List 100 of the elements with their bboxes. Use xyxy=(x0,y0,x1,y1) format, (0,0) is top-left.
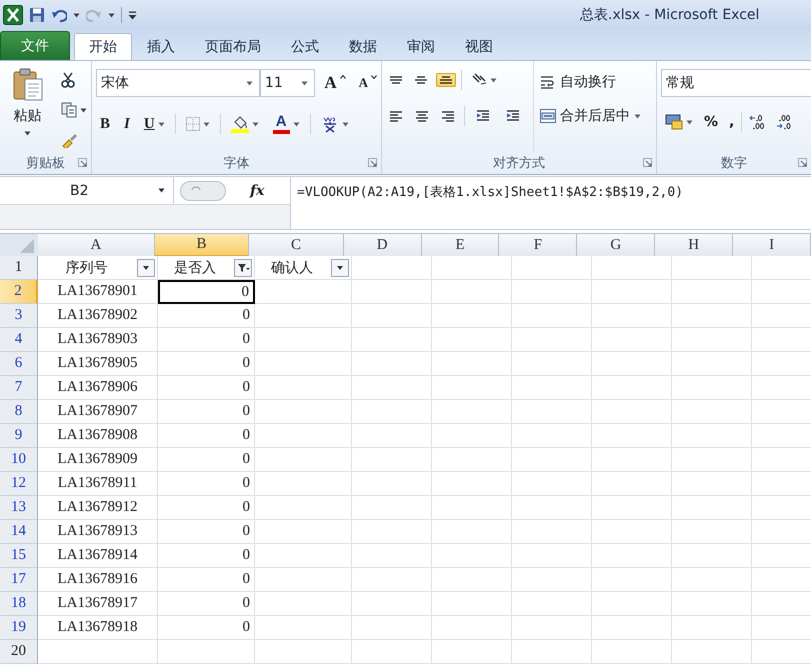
wrap-text-button[interactable]: 自动换行 xyxy=(540,73,641,91)
ribbon-tab[interactable]: 页面布局 xyxy=(190,33,276,60)
column-header[interactable]: H xyxy=(655,234,734,256)
table-cell: LA13678913 xyxy=(38,520,158,544)
merge-center-button[interactable]: 合并后居中 xyxy=(540,107,641,125)
group-label: 数字 xyxy=(721,155,747,172)
ribbon-tab[interactable]: 公式 xyxy=(276,33,334,60)
table-cell: LA13678902 xyxy=(38,304,158,328)
ribbon-tab[interactable]: 审阅 xyxy=(392,33,450,60)
table-cell: LA13678912 xyxy=(38,496,158,520)
ribbon-tab[interactable]: 数据 xyxy=(334,33,392,60)
caret-icon xyxy=(252,122,259,126)
table-cell: LA13678907 xyxy=(38,400,158,424)
caret-icon xyxy=(490,78,497,82)
ribbon-tab[interactable]: 插入 xyxy=(132,33,190,60)
row-header[interactable]: 10 xyxy=(0,448,38,472)
table-cell: 0 xyxy=(158,424,255,448)
increase-decimal-icon xyxy=(749,114,766,130)
align-left-icon xyxy=(390,110,402,122)
merge-cells-icon xyxy=(540,108,556,124)
table-cell: 0 xyxy=(158,472,255,496)
column-header[interactable]: G xyxy=(577,234,656,256)
formula-field[interactable]: =VLOOKUP(A2:A19,[表格1.xlsx]Sheet1!$A$2:$B$19,2,0) xyxy=(291,177,811,229)
table-cell: 0 xyxy=(158,496,255,520)
comma-style-button[interactable]: , xyxy=(725,114,738,130)
number-format-field[interactable]: 常规 xyxy=(661,69,811,97)
row-header[interactable]: 13 xyxy=(0,496,38,520)
dialog-launcher-icon[interactable] xyxy=(798,158,807,167)
row-header[interactable]: 14 xyxy=(0,520,38,544)
caret-icon xyxy=(24,131,31,136)
customize-toolbar-icon[interactable] xyxy=(128,10,137,20)
ribbon-tab[interactable]: 视图 xyxy=(450,33,508,60)
dialog-launcher-icon[interactable] xyxy=(643,158,652,167)
splitter-handle-icon[interactable] xyxy=(180,180,226,200)
table-cell: 0 xyxy=(158,448,255,472)
caret-icon xyxy=(292,122,300,126)
row-header[interactable]: 3 xyxy=(0,304,38,328)
dialog-launcher-icon[interactable] xyxy=(78,158,87,167)
table-cell: LA13678901 xyxy=(38,280,158,304)
align-right-icon xyxy=(442,110,454,122)
group-label: 剪贴板 xyxy=(26,155,65,172)
row-header[interactable]: 12 xyxy=(0,472,38,496)
row-header[interactable]: 7 xyxy=(0,376,38,400)
caret-icon xyxy=(634,114,641,118)
spreadsheet-app-icon[interactable] xyxy=(3,5,23,25)
file-tab[interactable]: 文件 xyxy=(0,31,70,60)
row-header[interactable]: 18 xyxy=(0,592,38,616)
row-header[interactable]: 1 xyxy=(0,256,38,280)
table-cell: LA13678909 xyxy=(38,448,158,472)
phonetic-guide-icon xyxy=(320,115,339,133)
paint-bucket-icon xyxy=(230,115,249,133)
dialog-launcher-icon[interactable] xyxy=(368,158,377,167)
borders-icon xyxy=(186,117,200,131)
grow-font-button[interactable]: A xyxy=(320,72,350,94)
save-icon[interactable] xyxy=(29,7,45,23)
undo-icon[interactable] xyxy=(51,7,67,23)
row-header[interactable]: 17 xyxy=(0,568,38,592)
caret-icon[interactable] xyxy=(108,12,115,18)
row-header[interactable]: 9 xyxy=(0,424,38,448)
font-size-field[interactable]: 11 xyxy=(260,69,316,97)
row-header[interactable]: 20 xyxy=(0,640,38,664)
percent-style-button[interactable]: % xyxy=(700,114,722,130)
row-header[interactable]: 6 xyxy=(0,352,38,376)
row-header[interactable]: 2 xyxy=(0,280,38,304)
align-top-icon xyxy=(390,76,402,84)
caret-icon[interactable] xyxy=(73,12,80,18)
paste-button[interactable]: 粘贴 xyxy=(0,61,51,152)
name-box[interactable]: B2 xyxy=(0,177,174,204)
column-header[interactable]: A xyxy=(38,234,155,256)
table-cell[interactable]: 0 xyxy=(158,280,255,304)
table-cell: 0 xyxy=(158,304,255,328)
row-header[interactable]: 4 xyxy=(0,328,38,352)
table-cell: LA13678918 xyxy=(38,616,158,640)
font-name-field[interactable]: 宋体 xyxy=(96,69,260,97)
ribbon-tab[interactable]: 开始 xyxy=(74,33,132,60)
column-title: 是否入 xyxy=(173,258,217,276)
bold-button[interactable]: B xyxy=(96,113,114,135)
row-header[interactable]: 8 xyxy=(0,400,38,424)
table-cell: LA13678916 xyxy=(38,568,158,592)
column-header[interactable]: F xyxy=(499,234,578,256)
insert-function-button[interactable]: fx xyxy=(250,182,264,198)
column-header[interactable]: D xyxy=(344,234,422,256)
bottom-align-button[interactable] xyxy=(436,73,456,87)
column-header[interactable]: B xyxy=(154,234,250,256)
caret-icon xyxy=(301,80,308,86)
filter-button-icon[interactable] xyxy=(234,258,252,276)
money-icon xyxy=(665,114,683,130)
font-color-button[interactable]: A xyxy=(268,111,304,137)
caret-up-icon xyxy=(340,75,346,79)
italic-button[interactable]: I xyxy=(120,113,134,135)
table-cell: LA13678903 xyxy=(38,328,158,352)
caret-down-icon xyxy=(371,75,377,79)
column-header[interactable]: E xyxy=(422,234,500,256)
row-header[interactable]: 15 xyxy=(0,544,38,568)
row-header[interactable]: 19 xyxy=(0,616,38,640)
column-header[interactable]: C xyxy=(249,234,344,256)
caret-icon xyxy=(80,108,87,112)
underline-button[interactable]: U xyxy=(140,113,169,135)
column-header[interactable]: I xyxy=(733,234,811,256)
shrink-font-button[interactable]: A xyxy=(354,72,381,94)
